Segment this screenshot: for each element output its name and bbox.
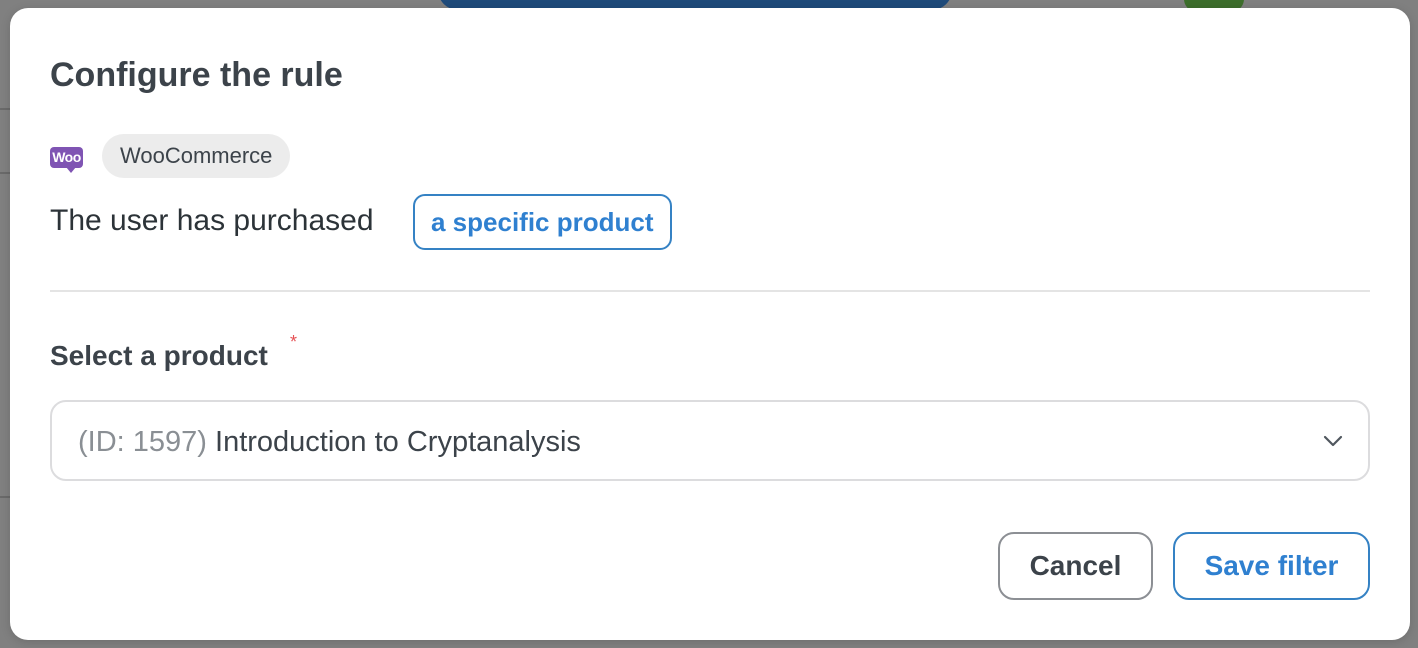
required-indicator: * bbox=[290, 332, 298, 352]
save-filter-button[interactable]: Save filter bbox=[1173, 532, 1370, 600]
product-select-value: (ID: 1597) Introduction to Cryptanalysis bbox=[78, 426, 581, 459]
product-name: Introduction to Cryptanalysis bbox=[215, 426, 581, 458]
background-divider bbox=[0, 496, 10, 498]
woocommerce-logo-text: Woo bbox=[52, 149, 81, 165]
woocommerce-logo-icon: Woo bbox=[50, 147, 83, 173]
cancel-button[interactable]: Cancel bbox=[998, 532, 1153, 600]
chevron-down-icon bbox=[1323, 435, 1343, 447]
condition-text: The user has purchased bbox=[50, 204, 374, 237]
product-field-label: Select a product bbox=[50, 340, 268, 371]
product-id: (ID: 1597) bbox=[78, 426, 207, 458]
integration-badge: WooCommerce bbox=[102, 134, 291, 178]
condition-selector-button[interactable]: a specific product bbox=[413, 194, 672, 250]
background-divider bbox=[0, 108, 10, 110]
section-divider bbox=[50, 290, 1370, 292]
modal-title: Configure the rule bbox=[50, 56, 343, 94]
background-divider bbox=[0, 172, 10, 174]
configure-rule-modal: Configure the rule Woo WooCommerce The u… bbox=[10, 8, 1410, 640]
product-select[interactable]: (ID: 1597) Introduction to Cryptanalysis bbox=[50, 400, 1370, 481]
